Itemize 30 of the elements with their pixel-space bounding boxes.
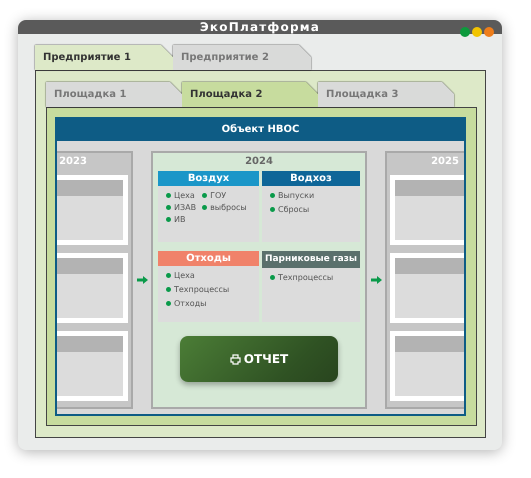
arrow-right-icon bbox=[370, 276, 382, 284]
category-item[interactable]: Цеха bbox=[166, 191, 196, 200]
category-item[interactable]: ИЗАВ bbox=[166, 203, 196, 212]
year-label: 2025 bbox=[431, 156, 459, 167]
panel-title: Объект НВОС bbox=[57, 119, 464, 141]
category-header: Водхоз bbox=[262, 171, 360, 186]
category-item[interactable]: Цеха bbox=[166, 271, 255, 280]
category-item[interactable]: Техпроцессы bbox=[166, 285, 255, 294]
year-label: 2024 bbox=[244, 156, 274, 167]
category-item[interactable]: Выпуски bbox=[270, 191, 356, 200]
window-title: ЭкоПлатформа bbox=[200, 20, 320, 34]
tab[interactable]: Площадка 2 bbox=[182, 82, 318, 107]
year-label: 2023 bbox=[59, 156, 87, 167]
category-item[interactable]: ИВ bbox=[166, 215, 196, 224]
category-header: Парниковые газы bbox=[262, 251, 360, 268]
tab[interactable]: Площадка 3 bbox=[318, 82, 454, 107]
category-header: Воздух bbox=[158, 171, 259, 186]
arrow-right-icon bbox=[136, 276, 148, 284]
tab[interactable]: Площадка 1 bbox=[46, 82, 182, 107]
tab[interactable]: Предприятие 2 bbox=[173, 45, 311, 70]
category-item[interactable]: Техпроцессы bbox=[270, 273, 356, 282]
category-item[interactable]: Отходы bbox=[166, 299, 255, 308]
category-item[interactable]: выбросы bbox=[202, 203, 247, 212]
category-item[interactable]: Сбросы bbox=[270, 205, 356, 214]
category-header: Отходы bbox=[158, 251, 259, 266]
category-item[interactable]: ГОУ bbox=[202, 191, 247, 200]
printer-icon bbox=[230, 354, 241, 364]
window-controls-icon[interactable] bbox=[460, 26, 494, 38]
tab[interactable]: Предприятие 1 bbox=[35, 45, 173, 70]
report-button[interactable]: ОТЧЕТ bbox=[180, 336, 338, 382]
